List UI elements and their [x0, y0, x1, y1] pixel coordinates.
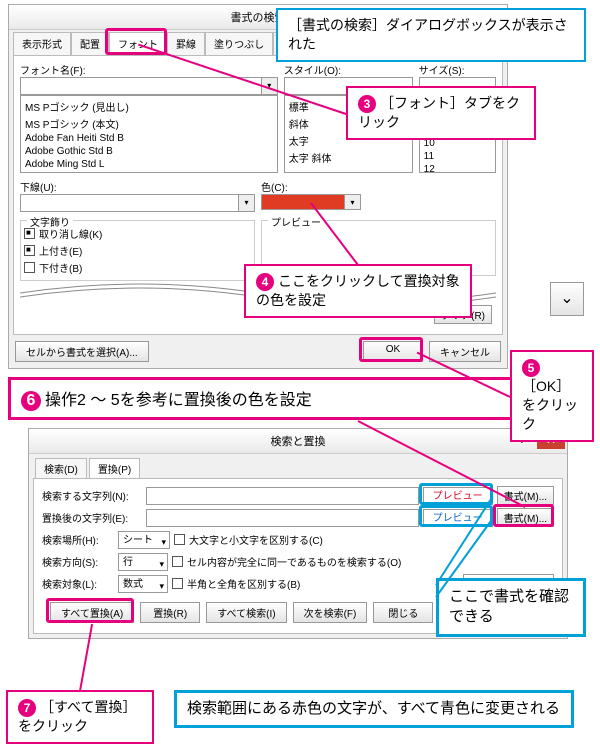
tutorial-page: 書式の検索 表示形式配置フォント罫線塗りつぶし保護 フォント名(F): ▾ MS… — [0, 4, 600, 639]
exact-checkbox[interactable]: セル内容が完全に同一であるものを検索する(O) — [172, 554, 401, 569]
replace-format-button[interactable]: 書式(M)... — [497, 508, 554, 527]
style-label: スタイル(O): — [284, 62, 413, 77]
step-number-4: 4 — [256, 273, 274, 291]
target-select[interactable]: 数式 — [118, 575, 168, 593]
checkbox-icon — [24, 228, 35, 239]
find-label: 検索する文字列(N): — [42, 488, 142, 503]
tab-罫線[interactable]: 罫線 — [167, 32, 205, 55]
list-item[interactable]: Adobe Gothic Std B — [23, 145, 275, 158]
replace-input[interactable] — [146, 509, 419, 527]
replace-all-button[interactable]: すべて置換(A) — [50, 602, 134, 623]
find-input[interactable] — [146, 487, 419, 505]
callout-preview-info: ここで書式を確認できる — [436, 578, 586, 637]
checkbox-icon — [24, 262, 35, 273]
underline-select[interactable]: ▾ — [20, 194, 255, 212]
find-all-button[interactable]: すべて検索(I) — [206, 602, 286, 623]
callout-step-5: 5［OK］をクリック — [510, 350, 594, 442]
size-label: サイズ(S): — [419, 62, 496, 77]
list-item[interactable]: Adobe Ming Std L — [23, 158, 275, 171]
widths-checkbox[interactable]: 半角と全角を区別する(B) — [172, 576, 300, 591]
superscript-checkbox[interactable]: 上付き(E) — [24, 243, 251, 258]
list-item[interactable]: 12 — [422, 163, 493, 173]
find-next-button[interactable]: 次を検索(F) — [293, 602, 368, 623]
step-6-banner: 6操作2 ～ 5を参考に置換後の色を設定 — [8, 377, 592, 420]
replace-button[interactable]: 置換(R) — [140, 602, 200, 623]
step-number-5: 5 — [522, 359, 540, 377]
list-item[interactable]: MS Pゴシック (本文) — [23, 115, 275, 132]
expand-down-button[interactable]: ⌄ — [550, 282, 584, 316]
find-format-preview: プレビュー — [423, 487, 493, 505]
step-number-7: 7 — [18, 699, 36, 717]
preview-label: プレビュー — [268, 214, 324, 229]
direction-label: 検索方向(S): — [42, 554, 114, 569]
direction-select[interactable]: 行 — [118, 553, 168, 571]
checkbox-icon — [174, 534, 185, 545]
dropdown-icon[interactable]: ▾ — [238, 195, 254, 211]
checkbox-icon — [172, 556, 183, 567]
callout-step-3: 3［フォント］タブをクリック — [346, 86, 536, 140]
ok-button[interactable]: OK — [363, 341, 423, 362]
tab-find[interactable]: 検索(D) — [35, 458, 87, 478]
list-item[interactable]: Adobe Fan Heiti Std B — [23, 132, 275, 145]
scope-select[interactable]: シート — [118, 531, 170, 549]
subscript-checkbox[interactable]: 下付き(B) — [24, 260, 251, 275]
cancel-button[interactable]: キャンセル — [429, 341, 501, 362]
list-item[interactable]: 太字 斜体 — [287, 149, 410, 166]
list-item[interactable]: MS Pゴシック (見出し) — [23, 98, 275, 115]
step-number-3: 3 — [358, 95, 376, 113]
checkbox-icon — [24, 245, 35, 256]
tab-配置[interactable]: 配置 — [71, 32, 109, 55]
tab-表示形式[interactable]: 表示形式 — [13, 32, 71, 55]
step-number-6: 6 — [21, 391, 41, 411]
find-replace-tabs: 検索(D) 置換(P) — [29, 454, 567, 478]
font-name-label: フォント名(F): — [20, 62, 278, 77]
font-name-input[interactable]: ▾ — [20, 77, 278, 95]
underline-label: 下線(U): — [20, 179, 255, 194]
callout-step-7: 7［すべて置換］をクリック — [6, 690, 154, 744]
scope-label: 検索場所(H): — [42, 532, 114, 547]
callout-step-4: 4ここをクリックして置換対象の色を設定 — [244, 264, 472, 318]
list-item[interactable]: 11 — [422, 150, 493, 163]
dropdown-icon[interactable]: ▾ — [344, 195, 360, 209]
case-checkbox[interactable]: 大文字と小文字を区別する(C) — [174, 532, 323, 547]
replace-label: 置換後の文字列(E): — [42, 510, 142, 525]
callout-dialog-shown: ［書式の検索］ダイアログボックスが表示された — [276, 8, 586, 62]
tab-replace[interactable]: 置換(P) — [89, 458, 140, 478]
callout-result-info: 検索範囲にある赤色の文字が、すべて青色に変更される — [174, 690, 574, 728]
font-list[interactable]: MS Pゴシック (見出し)MS Pゴシック (本文)Adobe Fan Hei… — [20, 95, 278, 173]
checkbox-icon — [172, 578, 183, 589]
tab-塗りつぶし[interactable]: 塗りつぶし — [205, 32, 273, 55]
effects-label: 文字飾り — [27, 214, 73, 229]
from-cell-button[interactable]: セルから書式を選択(A)... — [15, 341, 149, 362]
close-button[interactable]: 閉じる — [373, 602, 433, 623]
effects-group: 文字飾り 取り消し線(K) 上付き(E) 下付き(B) — [20, 220, 255, 281]
dialog-title-2: 検索と置換 ? ✕ — [29, 429, 567, 454]
target-label: 検索対象(L): — [42, 576, 114, 591]
color-label: 色(C): — [261, 179, 496, 194]
